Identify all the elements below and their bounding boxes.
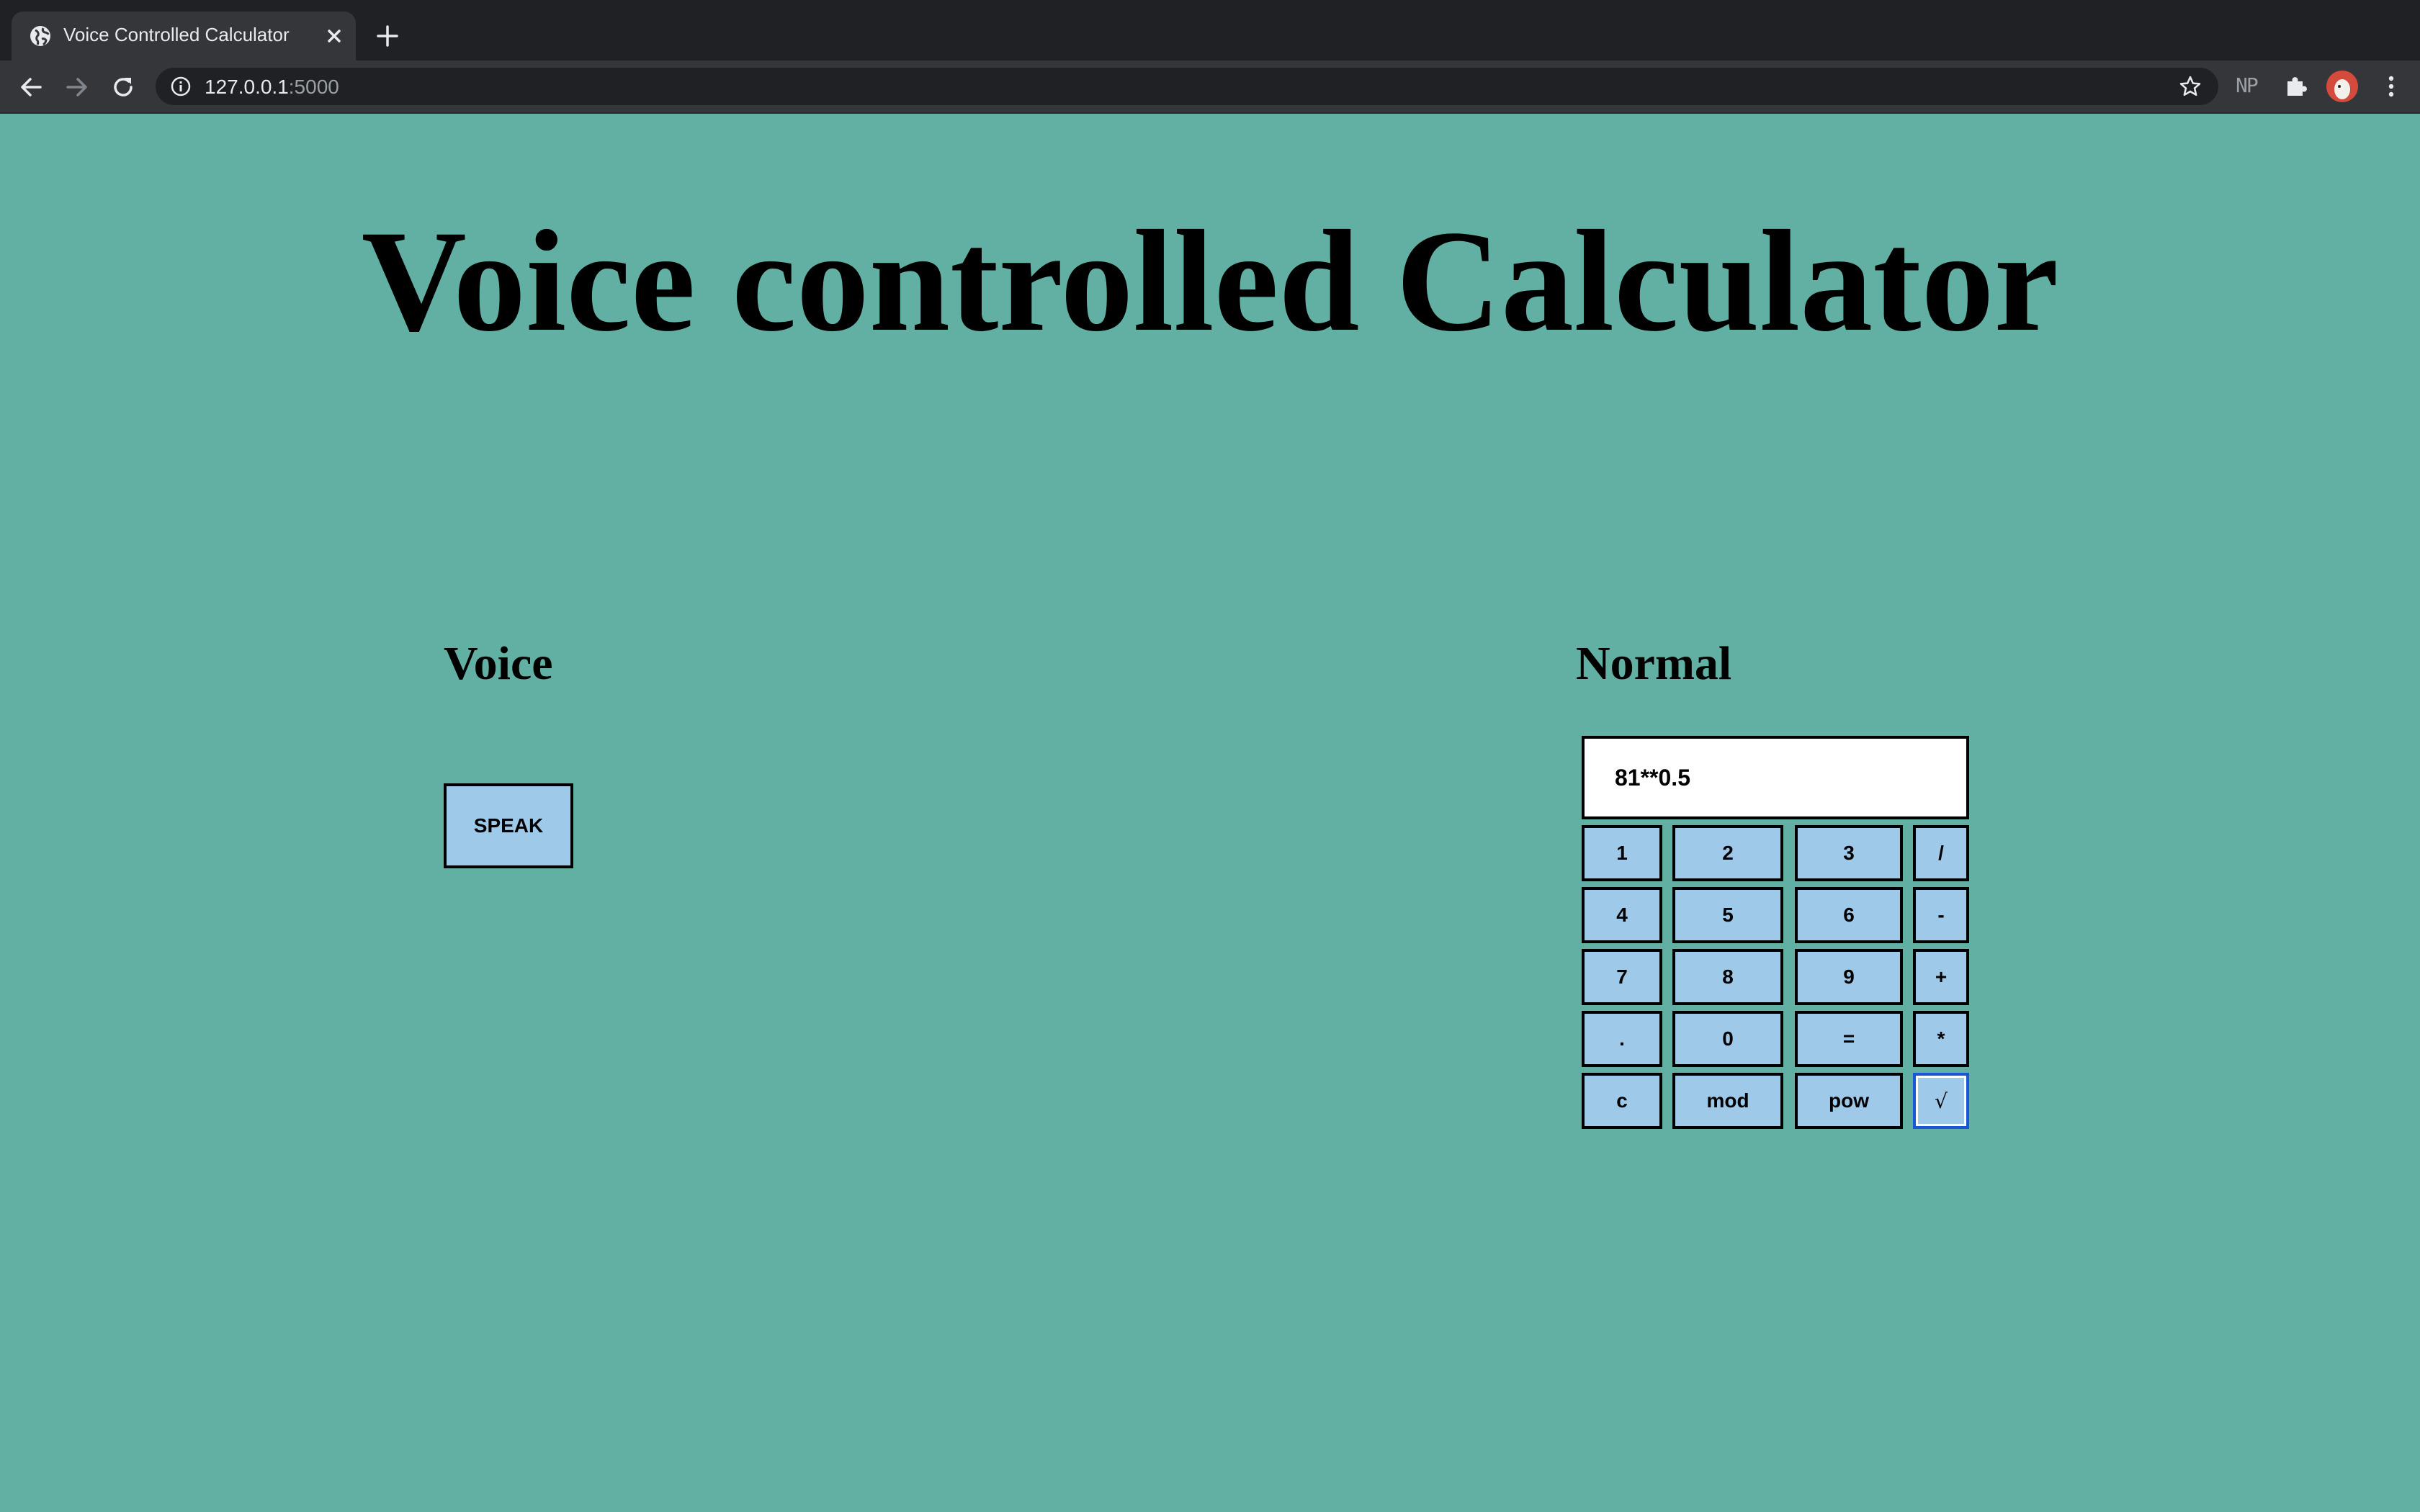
key-6-button[interactable]: 6 (1795, 887, 1903, 943)
key-7-button[interactable]: 7 (1582, 949, 1662, 1005)
pow-button[interactable]: pow (1795, 1073, 1903, 1129)
reload-icon[interactable] (109, 73, 137, 101)
extension-np[interactable]: NP (2236, 73, 2259, 97)
multiply-button[interactable]: * (1913, 1011, 1969, 1067)
equals-button[interactable]: = (1795, 1011, 1903, 1067)
key-5-button[interactable]: 5 (1672, 887, 1783, 943)
new-tab-icon[interactable] (372, 20, 403, 52)
tab-title: Voice Controlled Calculator (63, 24, 290, 45)
decimal-point-button[interactable]: . (1582, 1011, 1662, 1067)
subtract-button[interactable]: - (1913, 887, 1969, 943)
url-host: 127.0.0.1 (205, 76, 289, 98)
add-button[interactable]: + (1913, 949, 1969, 1005)
info-icon[interactable] (170, 76, 192, 97)
avatar[interactable] (2326, 71, 2358, 102)
speak-button[interactable]: SPEAK (444, 783, 573, 868)
toolbar-divider (0, 112, 2420, 114)
close-icon[interactable] (320, 22, 349, 50)
mod-button[interactable]: mod (1672, 1073, 1783, 1129)
page-title: Voice controlled Calculator (361, 200, 2059, 361)
normal-heading: Normal (1576, 637, 1732, 690)
address-bar[interactable]: 127.0.0.1:5000 (156, 68, 2218, 105)
back-icon[interactable] (17, 73, 45, 101)
clear-button[interactable]: c (1582, 1073, 1662, 1129)
globe-icon (30, 26, 50, 46)
browser-tab[interactable]: Voice Controlled Calculator (12, 12, 356, 60)
url-text: 127.0.0.1:5000 (205, 76, 339, 99)
more-menu-icon[interactable] (2377, 72, 2406, 101)
url-port: :5000 (288, 76, 339, 98)
voice-heading: Voice (444, 637, 553, 690)
key-2-button[interactable]: 2 (1672, 825, 1783, 881)
divide-button[interactable]: / (1913, 825, 1969, 881)
avatar-image (2326, 71, 2358, 102)
tab-strip: Voice Controlled Calculator (0, 0, 2420, 60)
browser-toolbar: 127.0.0.1:5000 NP (0, 60, 2420, 112)
key-8-button[interactable]: 8 (1672, 949, 1783, 1005)
key-1-button[interactable]: 1 (1582, 825, 1662, 881)
forward-icon[interactable] (63, 73, 91, 101)
extensions-puzzle-icon[interactable] (2282, 73, 2309, 100)
bookmark-star-icon[interactable] (2178, 74, 2202, 99)
key-3-button[interactable]: 3 (1795, 825, 1903, 881)
key-4-button[interactable]: 4 (1582, 887, 1662, 943)
calculator-display[interactable] (1582, 736, 1969, 819)
key-0-button[interactable]: 0 (1672, 1011, 1783, 1067)
key-9-button[interactable]: 9 (1795, 949, 1903, 1005)
square-root-button[interactable]: √ (1913, 1073, 1969, 1129)
